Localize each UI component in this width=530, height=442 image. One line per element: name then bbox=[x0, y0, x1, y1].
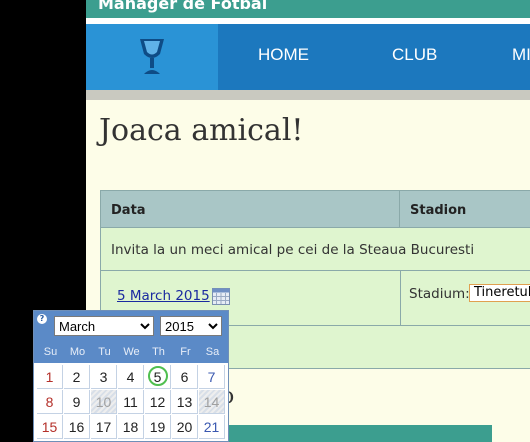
calendar-day: 10 bbox=[91, 390, 117, 414]
calendar-day[interactable]: 6 bbox=[172, 365, 198, 389]
section-bar bbox=[186, 425, 492, 442]
invite-text: Invita la un meci amical pe cei de la St… bbox=[111, 242, 475, 258]
year-select[interactable]: 2015 bbox=[160, 316, 222, 336]
weekday-label: Fr bbox=[180, 346, 191, 358]
calendar-day[interactable]: 13 bbox=[172, 390, 198, 414]
weekday-label: We bbox=[123, 346, 140, 358]
calendar-day[interactable]: 19 bbox=[145, 415, 171, 439]
calendar-day[interactable]: 9 bbox=[64, 390, 90, 414]
site-brand[interactable]: Manager de Fotbal bbox=[98, 0, 267, 13]
weekday-header: Su Mo Tu We Th Fr Sa bbox=[34, 341, 228, 363]
table-row: Invita la un meci amical pe cei de la St… bbox=[100, 227, 530, 271]
calendar-day[interactable]: 20 bbox=[172, 415, 198, 439]
calendar-day[interactable]: 17 bbox=[91, 415, 117, 439]
main-nav: HOME CLUB MI bbox=[86, 24, 530, 90]
column-header-stadium: Stadion bbox=[399, 190, 530, 228]
calendar-day[interactable]: 7 bbox=[199, 365, 225, 389]
calendar-day[interactable]: 1 bbox=[37, 365, 63, 389]
weekday-label: Mo bbox=[69, 346, 86, 358]
calendar-day[interactable]: 4 bbox=[118, 365, 144, 389]
date-link[interactable]: 5 March 2015 bbox=[117, 288, 210, 304]
calendar-day: 14 bbox=[199, 390, 225, 414]
calendar-day[interactable]: 12 bbox=[145, 390, 171, 414]
calendar-day[interactable]: 2 bbox=[64, 365, 90, 389]
logo[interactable] bbox=[86, 24, 218, 90]
stadium-cell: Stadium: Tineretului bbox=[401, 271, 530, 327]
calendar-day[interactable]: 11 bbox=[118, 390, 144, 414]
nav-shadow bbox=[86, 90, 530, 100]
trophy-icon bbox=[140, 39, 164, 74]
nav-more[interactable]: MI bbox=[512, 45, 530, 65]
top-bar: Manager de Fotbal bbox=[86, 0, 530, 18]
calendar-day[interactable]: 3 bbox=[91, 365, 117, 389]
stadium-label: Stadium: bbox=[409, 286, 470, 302]
calendar-day[interactable]: 15 bbox=[37, 415, 63, 439]
calendar-icon[interactable] bbox=[212, 288, 230, 305]
calendar-header: ? March 2015 bbox=[34, 311, 228, 341]
date-picker-popup: ? March 2015 Su Mo Tu We Th Fr Sa 1 2 3 4 5 6 7 8 9 10 1… bbox=[33, 310, 229, 442]
nav-club[interactable]: CLUB bbox=[392, 45, 437, 65]
weekday-label: Tu bbox=[98, 346, 111, 358]
calendar-day[interactable]: 21 bbox=[199, 415, 225, 439]
stadium-select[interactable]: Tineretului bbox=[469, 284, 530, 302]
calendar-day-today[interactable]: 5 bbox=[145, 365, 171, 389]
weekday-label: Th bbox=[152, 346, 165, 358]
column-header-date: Data bbox=[100, 190, 400, 228]
nav-home[interactable]: HOME bbox=[258, 45, 309, 65]
calendar-day[interactable]: 18 bbox=[118, 415, 144, 439]
help-icon[interactable]: ? bbox=[37, 314, 47, 324]
calendar-day[interactable]: 8 bbox=[37, 390, 63, 414]
weekday-label: Sa bbox=[205, 346, 220, 358]
month-select[interactable]: March bbox=[54, 316, 154, 336]
weekday-label: Su bbox=[43, 346, 58, 358]
calendar-day[interactable]: 16 bbox=[64, 415, 90, 439]
page-title: Joaca amical! bbox=[99, 113, 304, 148]
